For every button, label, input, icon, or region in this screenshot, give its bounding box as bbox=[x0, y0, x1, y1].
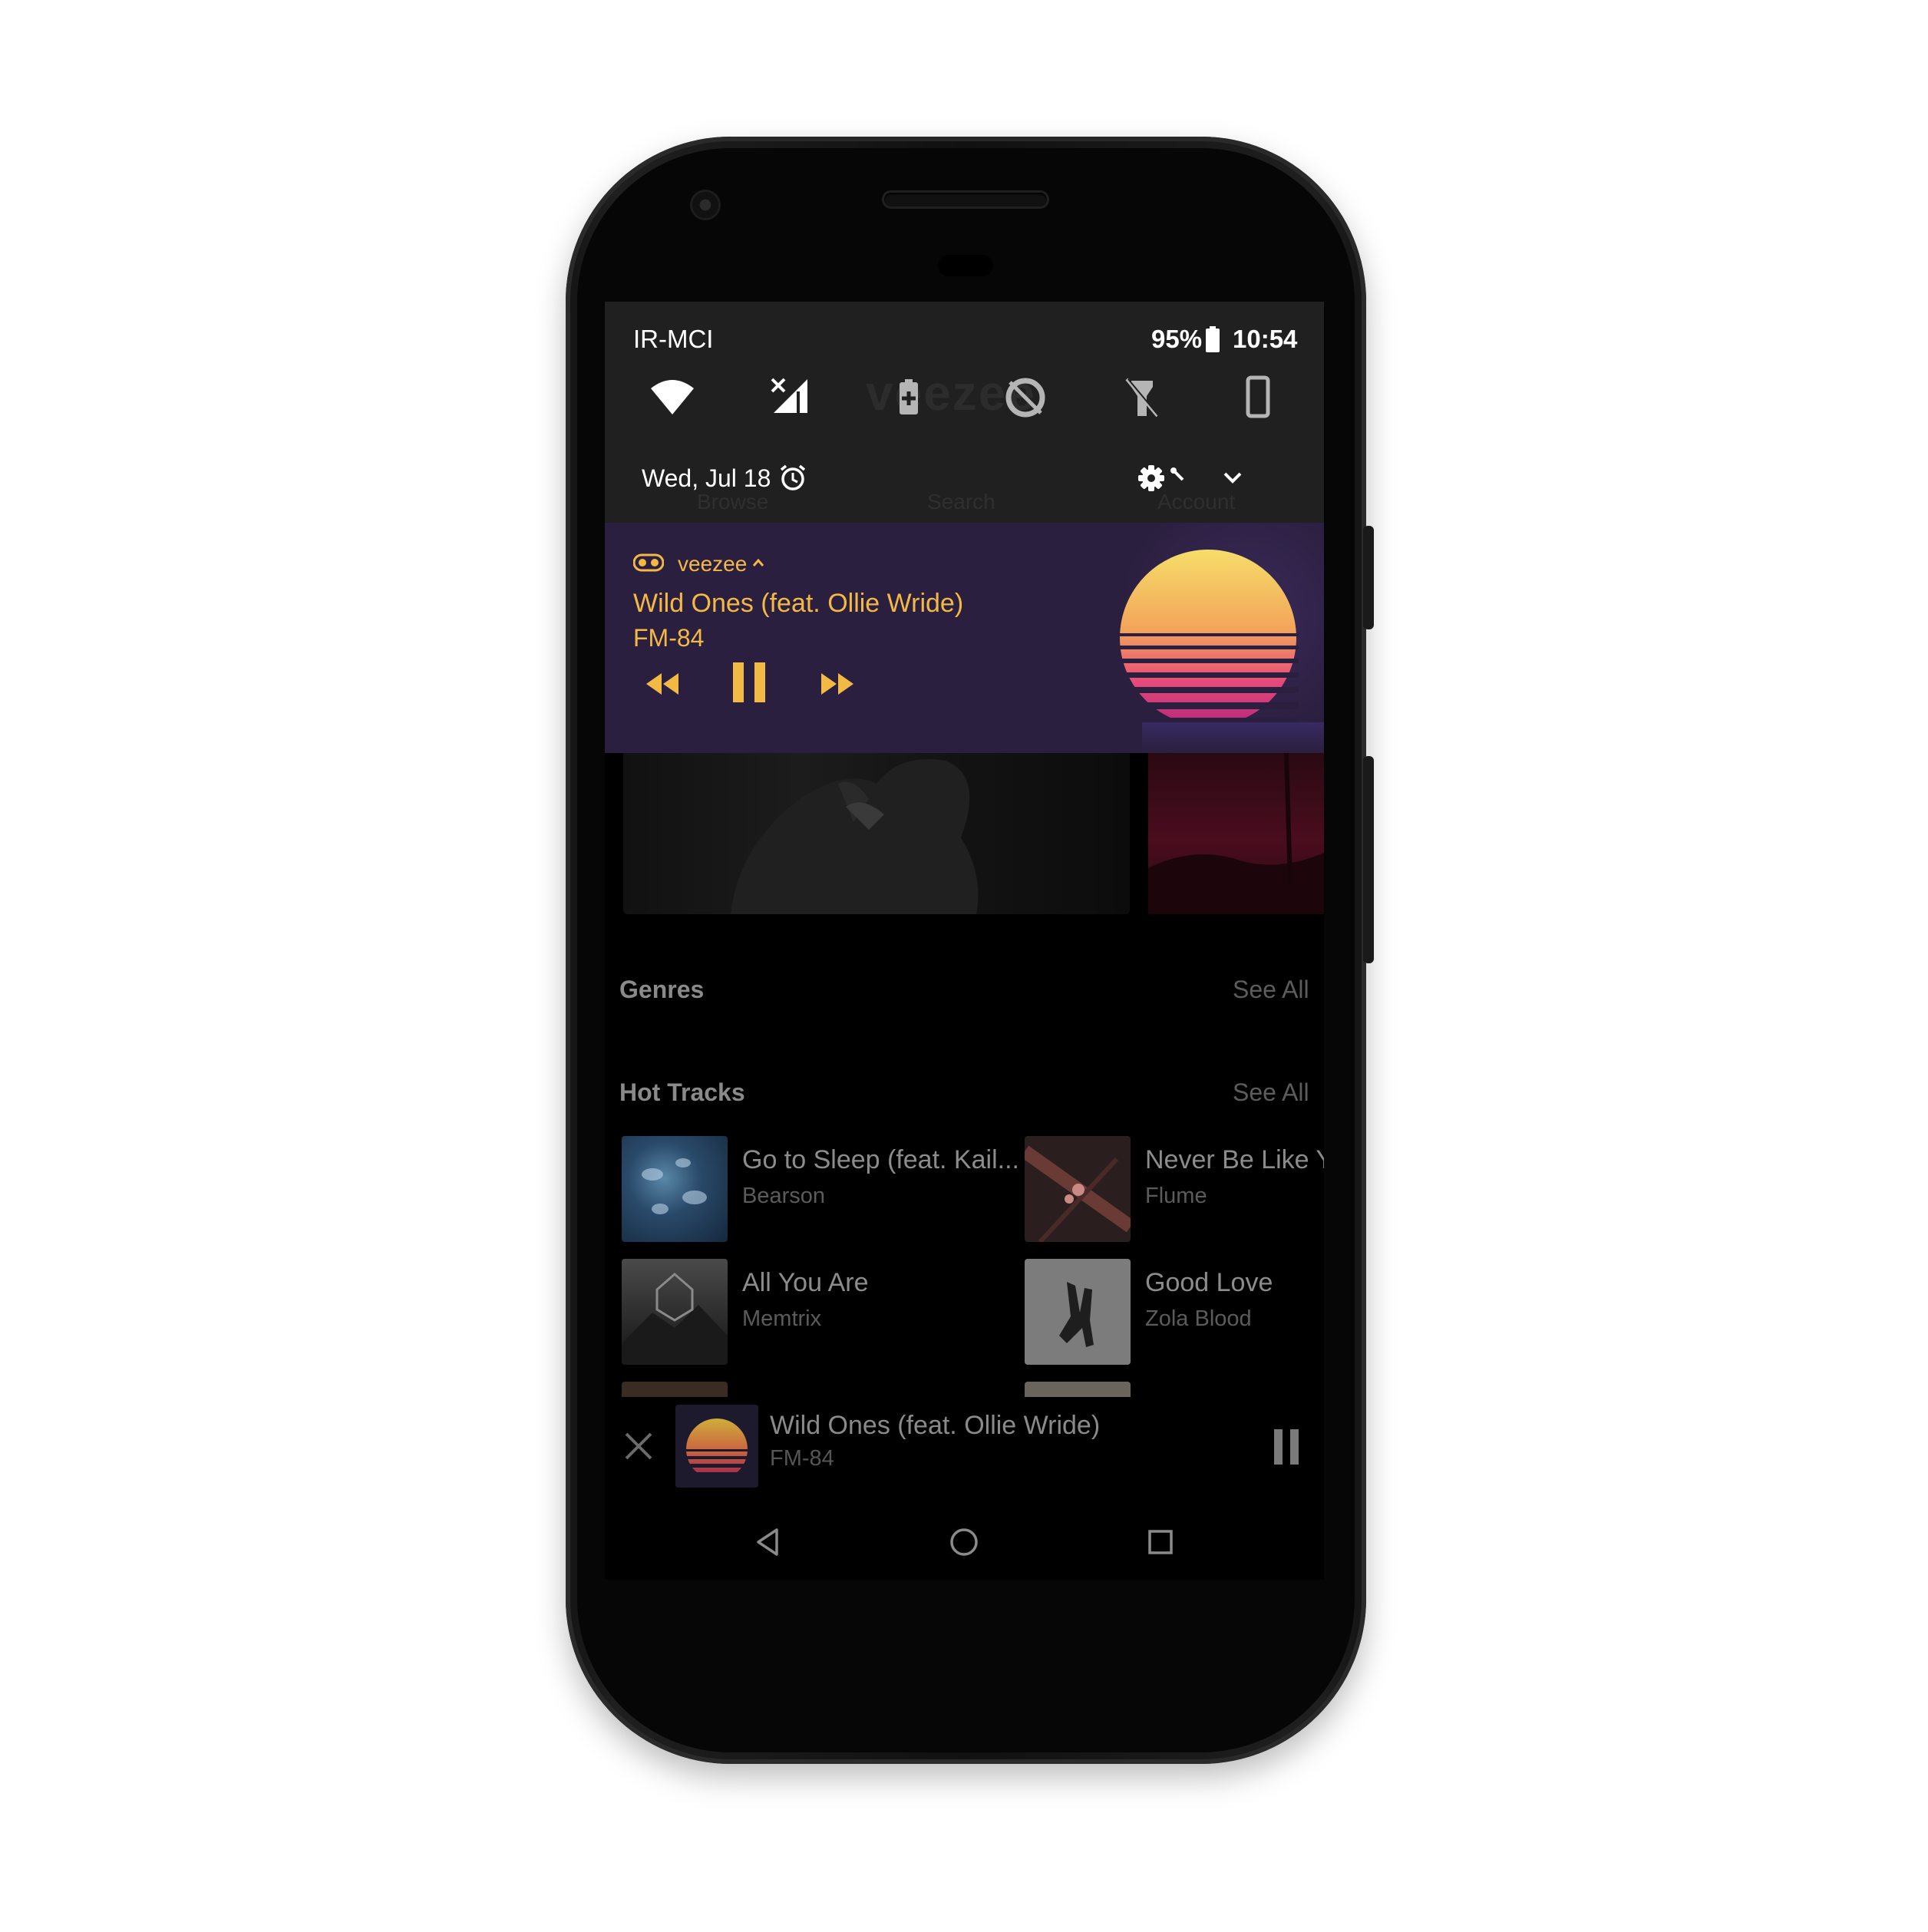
genres-title: Genres bbox=[619, 976, 705, 1003]
wrench-icon bbox=[1169, 466, 1187, 484]
power-button bbox=[1363, 526, 1374, 629]
front-camera bbox=[692, 192, 718, 218]
track-title: Go to Sleep (feat. Kail... bbox=[742, 1145, 1019, 1174]
mini-player-title: Wild Ones (feat. Ollie Wride) bbox=[770, 1411, 1101, 1440]
tab-search: Search bbox=[927, 490, 995, 514]
mini-player-album-art bbox=[675, 1405, 758, 1488]
battery-icon bbox=[1205, 326, 1220, 352]
track-item[interactable]: Never Be Like Y Flume bbox=[1025, 1136, 1324, 1243]
track-artist: Zola Blood bbox=[1145, 1306, 1252, 1331]
proximity-sensor bbox=[938, 255, 993, 276]
track-title: All You Are bbox=[742, 1268, 869, 1297]
track-title: Never Be Like Y bbox=[1145, 1145, 1324, 1174]
battery-saver-icon[interactable] bbox=[886, 375, 932, 421]
track-title: Good Love bbox=[1145, 1268, 1273, 1297]
screen: veezee Browse Search Account IR-MCI 95% … bbox=[605, 302, 1324, 1580]
pause-icon[interactable] bbox=[730, 661, 768, 704]
track-thumb bbox=[1025, 1136, 1131, 1242]
auto-rotate-icon[interactable] bbox=[1234, 375, 1280, 421]
settings-gear-icon[interactable] bbox=[1136, 463, 1167, 494]
date-label[interactable]: Wed, Jul 18 bbox=[642, 464, 771, 493]
system-nav-bar bbox=[605, 1505, 1324, 1580]
track-thumb bbox=[1025, 1259, 1131, 1365]
track-artist: Memtrix bbox=[742, 1306, 822, 1331]
track-artist: Flume bbox=[1145, 1184, 1207, 1208]
close-icon[interactable] bbox=[622, 1429, 655, 1463]
track-thumb-partial bbox=[622, 1382, 728, 1397]
media-app-name: veezee bbox=[678, 552, 748, 576]
rewind-icon[interactable] bbox=[643, 669, 682, 699]
clock: 10:54 bbox=[1233, 325, 1298, 353]
wifi-icon[interactable] bbox=[649, 375, 695, 421]
track-item[interactable]: All You Are Memtrix bbox=[622, 1259, 1005, 1366]
mini-player[interactable]: Wild Ones (feat. Ollie Wride) FM-84 bbox=[605, 1397, 1324, 1505]
alarm-icon[interactable] bbox=[778, 463, 807, 492]
mobile-data-off-icon[interactable] bbox=[768, 375, 814, 421]
media-artist: FM-84 bbox=[633, 624, 705, 652]
battery-percent: 95% bbox=[1151, 325, 1203, 353]
tab-browse: Browse bbox=[697, 490, 769, 514]
track-thumb-partial bbox=[1025, 1382, 1131, 1397]
earpiece-speaker bbox=[884, 193, 1047, 206]
track-artist: Bearson bbox=[742, 1184, 826, 1208]
tab-account: Account bbox=[1157, 490, 1236, 514]
album-art-horizon bbox=[1142, 722, 1324, 753]
genres-see-all[interactable]: See All bbox=[1233, 976, 1309, 1004]
recents-icon[interactable] bbox=[1144, 1525, 1177, 1559]
veezee-logo-icon bbox=[632, 553, 665, 572]
volume-rocker bbox=[1363, 756, 1374, 963]
mini-player-artist: FM-84 bbox=[770, 1446, 834, 1471]
notification-shade: veezee Browse Search Account IR-MCI 95% … bbox=[605, 302, 1324, 523]
collapse-chevron-icon[interactable] bbox=[751, 556, 766, 569]
home-icon[interactable] bbox=[947, 1525, 981, 1559]
hot-tracks-title: Hot Tracks bbox=[619, 1078, 745, 1106]
track-thumb bbox=[622, 1259, 728, 1365]
mini-player-pause-icon[interactable] bbox=[1271, 1428, 1302, 1466]
back-icon[interactable] bbox=[751, 1525, 784, 1559]
media-notification[interactable]: veezee Wild Ones (feat. Ollie Wride) FM-… bbox=[605, 523, 1324, 753]
media-track-title: Wild Ones (feat. Ollie Wride) bbox=[633, 589, 964, 618]
track-thumb bbox=[622, 1136, 728, 1242]
featured-banner-1[interactable] bbox=[623, 753, 1130, 914]
expand-chevron-icon[interactable] bbox=[1217, 467, 1248, 490]
track-item[interactable]: Go to Sleep (feat. Kail... Bearson bbox=[622, 1136, 1019, 1243]
fast-forward-icon[interactable] bbox=[818, 669, 857, 699]
track-item[interactable]: Good Love Zola Blood bbox=[1025, 1259, 1324, 1366]
album-art-sun bbox=[1118, 547, 1299, 728]
featured-banner-2[interactable] bbox=[1148, 752, 1324, 914]
flashlight-off-icon[interactable] bbox=[1119, 375, 1165, 421]
hot-tracks-see-all[interactable]: See All bbox=[1233, 1078, 1309, 1107]
data-saver-icon[interactable] bbox=[1002, 375, 1048, 421]
carrier-label: IR-MCI bbox=[633, 325, 714, 353]
